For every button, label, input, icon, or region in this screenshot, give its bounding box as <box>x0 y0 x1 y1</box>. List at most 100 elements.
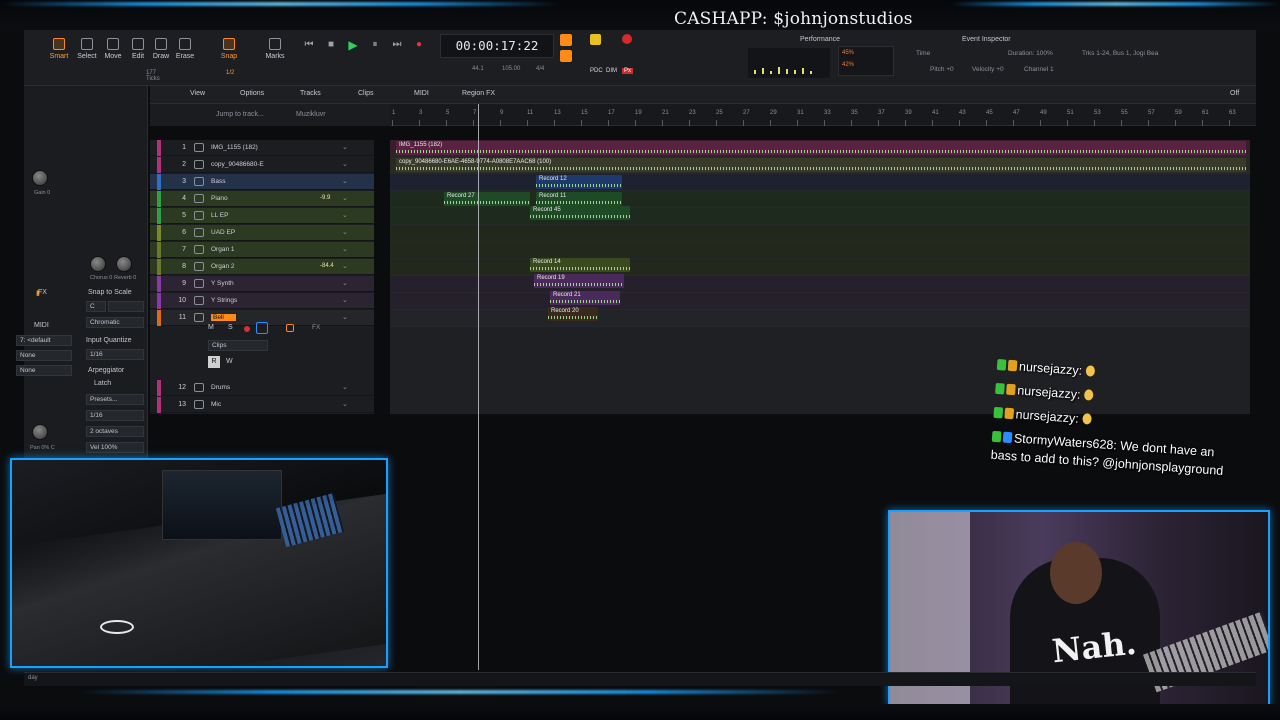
track-row[interactable]: 13 Mic ⌄ <box>150 397 374 413</box>
velocity-field[interactable]: Vel 100% <box>86 442 144 453</box>
bell-read-button[interactable]: R <box>208 356 220 368</box>
tool-erase[interactable]: Erase <box>172 32 198 60</box>
clip[interactable]: Record 27 <box>444 192 530 206</box>
tool-move[interactable]: Move <box>100 32 126 60</box>
track-name[interactable]: IMG_1155 (182) <box>211 144 258 151</box>
rewind-icon[interactable]: ⏮ <box>302 39 316 51</box>
bell-write-button[interactable]: W <box>226 358 233 365</box>
track-lane[interactable] <box>390 174 1250 191</box>
chevron-down-icon[interactable]: ⌄ <box>342 262 348 270</box>
track-name[interactable]: Y Synth <box>211 280 234 287</box>
tool-select[interactable]: Select <box>74 32 100 60</box>
track-volume[interactable]: -9.9 <box>320 195 330 201</box>
record-icon[interactable]: ● <box>412 39 426 51</box>
pdc-label[interactable]: PDC <box>590 68 603 74</box>
track-volume[interactable]: -84.4 <box>320 263 334 269</box>
track-name[interactable]: Organ 1 <box>211 246 235 253</box>
reverb-knob[interactable] <box>116 256 132 272</box>
chevron-down-icon[interactable]: ⌄ <box>342 313 348 321</box>
menu-options[interactable]: Options <box>240 90 264 97</box>
fast-forward-icon[interactable]: ⏭ <box>390 39 404 51</box>
chevron-down-icon[interactable]: ⌄ <box>342 177 348 185</box>
off-toggle[interactable]: Off <box>1230 90 1239 97</box>
midi-input-dropdown[interactable]: None <box>16 350 72 361</box>
tempo-readout[interactable]: 105.00 <box>502 66 520 72</box>
marks-button[interactable]: Marks <box>262 32 288 60</box>
event-velocity-field[interactable]: Velocity +0 <box>972 66 1004 73</box>
chevron-down-icon[interactable]: ⌄ <box>342 279 348 287</box>
track-lane[interactable] <box>390 225 1250 242</box>
scale-type-dropdown[interactable]: Chromatic <box>86 317 144 328</box>
track-row[interactable]: 12 Drums ⌄ <box>150 380 374 396</box>
playhead[interactable] <box>478 104 479 670</box>
bell-fx-bin-icon[interactable] <box>286 324 294 332</box>
menu-view[interactable]: View <box>190 90 205 97</box>
status-dropdown[interactable]: day <box>28 675 38 681</box>
event-duration-field[interactable]: Duration: 100% <box>1008 50 1053 57</box>
track-row[interactable]: 5 LL EP ⌄ <box>150 208 374 224</box>
menu-midi[interactable]: MIDI <box>414 90 429 97</box>
chevron-down-icon[interactable]: ⌄ <box>342 160 348 168</box>
event-time-field[interactable]: Time <box>916 50 930 57</box>
bell-mute-button[interactable]: M <box>208 324 214 331</box>
track-row[interactable]: 9 Y Synth ⌄ <box>150 276 374 292</box>
arp-octaves-dropdown[interactable]: 2 octaves <box>86 426 144 437</box>
clip[interactable]: Record 21 <box>550 291 620 305</box>
track-row[interactable]: 2 copy_90486680-E ⌄ <box>150 157 374 173</box>
track-name[interactable]: Piano <box>211 195 228 202</box>
dim-label[interactable]: DIM <box>606 68 617 74</box>
track-name[interactable]: Organ 2 <box>211 263 235 270</box>
midi-output-dropdown[interactable]: None <box>16 365 72 376</box>
track-row[interactable]: 6 UAD EP ⌄ <box>150 225 374 241</box>
clip[interactable]: Record 11 <box>536 192 622 206</box>
track-name[interactable]: copy_90486680-E <box>211 161 264 168</box>
track-name[interactable]: Y Strings <box>211 297 237 304</box>
bell-solo-button[interactable]: S <box>228 324 233 331</box>
bell-clips-dropdown[interactable]: Clips <box>208 340 268 351</box>
track-row[interactable]: 3 Bass ⌄ <box>150 174 374 190</box>
clip[interactable]: IMG_1155 (182) <box>396 141 1246 155</box>
chevron-down-icon[interactable]: ⌄ <box>342 211 348 219</box>
bell-input-echo-icon[interactable] <box>256 322 268 334</box>
clip[interactable]: Record 12 <box>536 175 622 189</box>
clip[interactable]: Record 19 <box>534 274 624 288</box>
track-lane[interactable] <box>390 276 1250 293</box>
punch-toggle[interactable] <box>560 50 572 62</box>
gain-knob[interactable] <box>32 170 48 186</box>
clip[interactable]: Record 20 <box>548 307 598 321</box>
track-name[interactable]: Bell <box>211 314 236 321</box>
track-lane[interactable] <box>390 259 1250 276</box>
pause-icon[interactable]: ⏸ <box>368 39 382 51</box>
track-name[interactable]: Bass <box>211 178 225 185</box>
menu-region-fx[interactable]: Region FX <box>462 90 495 97</box>
chevron-down-icon[interactable]: ⌄ <box>342 245 348 253</box>
quantize-value-dropdown[interactable]: 1/16 <box>86 349 144 360</box>
chevron-down-icon[interactable]: ⌄ <box>342 194 348 202</box>
track-row[interactable]: 7 Organ 1 ⌄ <box>150 242 374 258</box>
track-name[interactable]: UAD EP <box>211 229 235 236</box>
menu-tracks[interactable]: Tracks <box>300 90 321 97</box>
play-icon[interactable]: ▶ <box>346 39 360 51</box>
menu-clips[interactable]: Clips <box>358 90 374 97</box>
clip[interactable]: copy_90486680-E6AE-4658-9774-A0808E7AAC6… <box>396 158 1246 172</box>
track-lane[interactable] <box>390 208 1250 225</box>
track-row[interactable]: 8 Organ 2 -84.4 ⌄ <box>150 259 374 275</box>
scale-key-dropdown-extra[interactable] <box>108 301 144 312</box>
track-name[interactable]: LL EP <box>211 212 228 219</box>
input-quantize-label[interactable]: Input Quantize <box>86 337 132 344</box>
track-lane[interactable] <box>390 293 1250 310</box>
event-channel-field[interactable]: Channel 1 <box>1024 66 1054 73</box>
stop-icon[interactable]: ■ <box>324 39 338 51</box>
metronome-toggle[interactable] <box>590 34 601 45</box>
px-label[interactable]: Px <box>622 68 634 74</box>
clip[interactable]: Record 45 <box>530 206 630 220</box>
track-lane[interactable] <box>390 310 1250 327</box>
snap-value[interactable]: 1/2 <box>226 70 234 76</box>
snap-to-scale-label[interactable]: Snap to Scale <box>88 289 132 296</box>
chevron-down-icon[interactable]: ⌄ <box>342 400 348 408</box>
bell-record-arm-icon[interactable] <box>244 326 250 332</box>
track-name[interactable]: Drums <box>211 384 230 391</box>
pan-knob[interactable] <box>32 424 48 440</box>
chevron-down-icon[interactable]: ⌄ <box>342 383 348 391</box>
chevron-down-icon[interactable]: ⌄ <box>342 228 348 236</box>
